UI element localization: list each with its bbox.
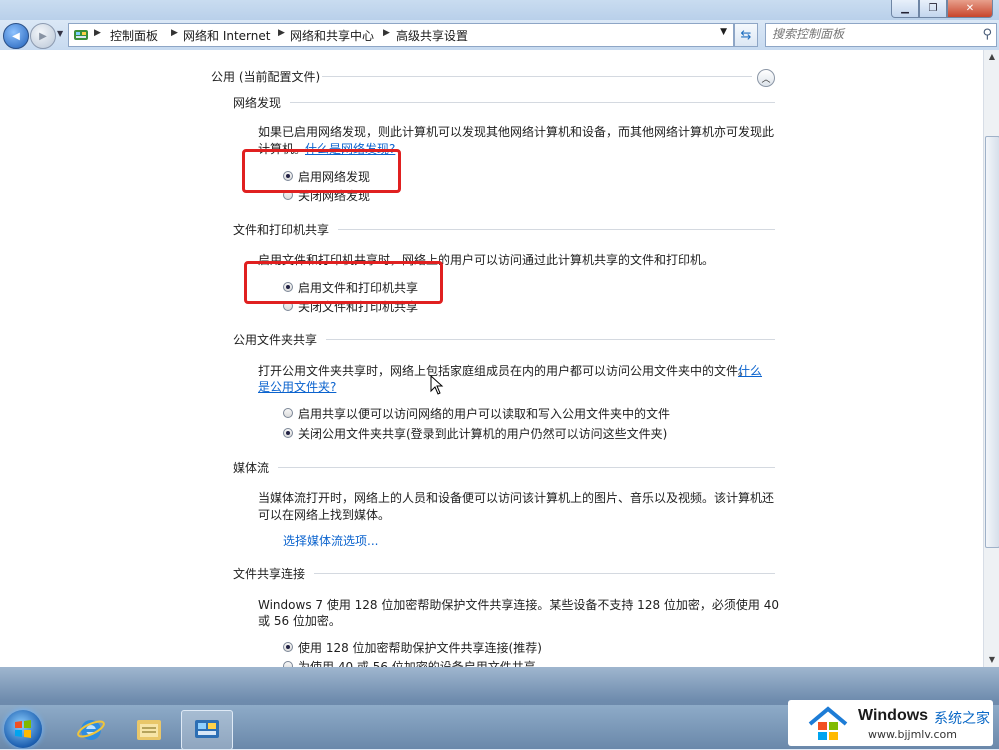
section-heading-file-printer-sharing: 文件和打印机共享 (233, 223, 330, 237)
search-icon[interactable]: ⚲ (982, 27, 992, 42)
divider (338, 229, 775, 230)
watermark-title: Windows (858, 707, 929, 724)
divider (322, 76, 752, 77)
section-heading-network-discovery: 网络发现 (233, 96, 282, 110)
section-heading-media-streaming: 媒体流 (233, 461, 270, 475)
breadcrumb-separator: ▶ (171, 28, 178, 38)
maximize-button[interactable]: ❐ (919, 0, 947, 18)
highlight-box (244, 261, 443, 304)
divider (326, 339, 775, 340)
breadcrumb-control-panel[interactable]: 控制面板 (110, 27, 158, 44)
radio-enable-public-folder-sharing[interactable] (283, 408, 293, 418)
breadcrumb-advanced-sharing[interactable]: 高级共享设置 (396, 27, 468, 44)
vertical-scrollbar[interactable]: ▲ ▼ (983, 50, 999, 667)
profile-title[interactable]: 公用 (当前配置文件) (211, 68, 320, 85)
discovery-description: 如果已启用网络发现，则此计算机可以发现其他网络计算机和设备，而其他网络计算机亦可… (258, 125, 775, 139)
option-label[interactable]: 为使用 40 或 56 位加密的设备启用文件共享 (298, 658, 536, 667)
watermark-url: www.bjjmlv.com (868, 728, 957, 741)
option-label[interactable]: 启用共享以便可以访问网络的用户可以读取和写入公用文件夹中的文件 (298, 405, 670, 422)
public-folder-description: 打开公用文件夹共享时，网络上包括家庭组成员在内的用户都可以访问公用文件夹中的文件… (258, 364, 751, 378)
scroll-thumb[interactable] (985, 136, 999, 548)
back-button[interactable]: ◀ (3, 23, 29, 49)
connection-description: Windows 7 使用 128 位加密帮助保护文件共享连接。某些设备不支持 1… (258, 598, 779, 612)
minimize-button[interactable]: ▁ (891, 0, 919, 18)
option-label[interactable]: 使用 128 位加密帮助保护文件共享连接(推荐) (298, 639, 542, 656)
refresh-button[interactable]: ⇆ (734, 23, 758, 47)
windows-logo-icon (15, 720, 31, 738)
taskbar-control-panel[interactable] (181, 710, 233, 750)
breadcrumb-separator: ▶ (383, 28, 390, 38)
internet-explorer-icon (77, 720, 105, 740)
forward-arrow-icon: ▶ (39, 30, 47, 42)
taskbar-windows-explorer[interactable] (124, 710, 174, 748)
folder-icon (137, 720, 161, 740)
radio-128bit-encryption[interactable] (283, 642, 293, 652)
search-box[interactable]: ⚲ (765, 23, 997, 47)
control-panel-icon (195, 720, 219, 738)
breadcrumb-separator: ▶ (94, 28, 101, 38)
media-description-cont: 可以在网络上找到媒体。 (258, 508, 391, 522)
watermark-site-name: 系统之家 (934, 711, 990, 727)
forward-button[interactable]: ▶ (30, 23, 56, 49)
window-titlebar: ▁ ❐ ✕ (0, 0, 999, 20)
media-description: 当媒体流打开时，网络上的人员和设备便可以访问该计算机上的图片、音乐以及视频。该计… (258, 491, 775, 505)
control-panel-icon (74, 30, 88, 40)
divider (278, 467, 775, 468)
connection-description-cont: 或 56 位加密。 (258, 614, 341, 628)
chevron-up-icon: ︿ (761, 74, 771, 85)
refresh-icon: ⇆ (740, 27, 752, 43)
back-arrow-icon: ◀ (12, 30, 20, 42)
recent-pages-dropdown[interactable]: ▼ (57, 29, 63, 38)
what-is-public-folder-link-cont[interactable]: 是公用文件夹? (258, 378, 336, 395)
what-is-public-folder-link[interactable]: 什么 (738, 362, 762, 379)
media-streaming-options-link[interactable]: 选择媒体流选项... (283, 532, 378, 549)
site-watermark: Windows 系统之家 www.bjjmlv.com (788, 700, 993, 746)
section-heading-public-folder-sharing: 公用文件夹共享 (233, 333, 318, 347)
house-logo-icon (808, 706, 848, 740)
start-button[interactable] (4, 710, 42, 748)
scroll-down-button[interactable]: ▼ (984, 653, 999, 667)
radio-disable-public-folder-sharing[interactable] (283, 428, 293, 438)
option-label[interactable]: 关闭公用文件夹共享(登录到此计算机的用户仍然可以访问这些文件夹) (298, 425, 667, 442)
highlight-box (242, 149, 401, 193)
breadcrumb-separator: ▶ (278, 28, 285, 38)
scroll-up-button[interactable]: ▲ (984, 50, 999, 64)
search-input[interactable] (772, 27, 967, 41)
divider (290, 102, 775, 103)
breadcrumb-network-sharing-center[interactable]: 网络和共享中心 (290, 27, 374, 44)
breadcrumb-network-internet[interactable]: 网络和 Internet (183, 27, 270, 44)
address-dropdown-button[interactable]: ▼ (720, 27, 727, 37)
settings-content: 公用 (当前配置文件) ︿ 网络发现 如果已启用网络发现，则此计算机可以发现其他… (0, 50, 983, 667)
close-button[interactable]: ✕ (947, 0, 993, 18)
address-bar[interactable]: ▶ 控制面板 ▶ 网络和 Internet ▶ 网络和共享中心 ▶ 高级共享设置… (68, 23, 734, 47)
collapse-profile-button[interactable]: ︿ (757, 69, 775, 87)
taskbar-internet-explorer[interactable] (66, 710, 116, 748)
section-heading-file-sharing-connections: 文件共享连接 (233, 567, 306, 581)
mouse-cursor-icon (430, 375, 444, 395)
caption-buttons: ▁ ❐ ✕ (891, 0, 993, 18)
divider (314, 573, 775, 574)
